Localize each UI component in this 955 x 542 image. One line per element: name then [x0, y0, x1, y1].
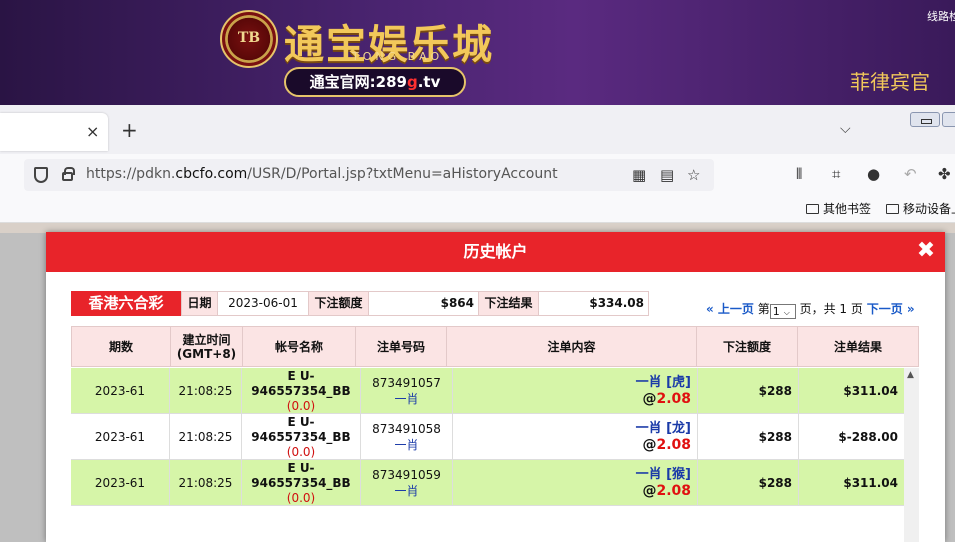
bookmark-star-icon[interactable]: ☆ — [687, 166, 700, 184]
url-text[interactable]: https://pdkn.cbcfo.com/USR/D/Portal.jsp?… — [86, 166, 558, 182]
prev-page-link[interactable]: « 上一页 — [706, 302, 754, 316]
tb-chip-logo: TB — [220, 10, 278, 68]
brand-subtitle: TONG BAO — [352, 50, 444, 63]
banner-motto: 菲律宾官 — [850, 70, 930, 94]
modal-title: 历史帐户 — [463, 242, 528, 261]
browser-tab-bar: × + ⌵ — [0, 105, 955, 154]
reader-view-icon[interactable]: ▤ — [660, 166, 674, 184]
route-check-link[interactable]: 线路检 — [927, 8, 955, 24]
tab-list-chevron-icon[interactable]: ⌵ — [840, 121, 851, 137]
table-row: 2023-61 21:08:25 E U-946557354_BB (0.0) … — [71, 460, 904, 506]
col-bet-result: 注单结果 — [833, 339, 882, 354]
table-scrollbar[interactable]: ▲ — [904, 368, 919, 542]
folder-icon — [806, 204, 819, 214]
bet-result-value: $334.08 — [538, 291, 649, 316]
col-order-content: 注单内容 — [447, 327, 697, 366]
lottery-name: 香港六合彩 — [71, 291, 181, 316]
bet-amount-label: 下注额度 — [308, 291, 369, 316]
page-select[interactable]: 1 — [769, 304, 796, 319]
close-tab-icon[interactable]: × — [86, 122, 99, 141]
history-account-modal: 历史帐户 ✖ 香港六合彩 日期 2023-06-01 下注额度 $864 下注结… — [46, 232, 945, 542]
scroll-up-icon[interactable]: ▲ — [907, 370, 914, 380]
mobile-bookmarks[interactable]: 移动设备上 — [886, 200, 955, 217]
back-arrow-icon[interactable]: ↶ — [904, 165, 917, 183]
close-icon[interactable]: ✖ — [914, 239, 938, 263]
lock-icon[interactable] — [62, 167, 75, 181]
tracking-shield-icon[interactable] — [34, 167, 48, 183]
window-minimize-button[interactable] — [910, 112, 940, 127]
bookmarks-bar: 其他书签 移动设备上 — [0, 195, 955, 223]
table-header: 期数 建立时间 (GMT+8) 帐号名称 注单号码 注单内容 下注额度 注单结果 — [71, 326, 919, 367]
bet-amount-value: $864 — [368, 291, 479, 316]
table-body: 2023-61 21:08:25 E U-946557354_BB (0.0) … — [71, 368, 904, 542]
modal-header: 历史帐户 ✖ — [46, 232, 945, 272]
col-account: 帐号名称 — [243, 327, 356, 366]
chat-icon[interactable]: ● — [867, 165, 880, 183]
address-bar[interactable]: https://pdkn.cbcfo.com/USR/D/Portal.jsp?… — [24, 159, 714, 191]
date-label: 日期 — [181, 291, 218, 316]
next-page-link[interactable]: 下一页 » — [867, 302, 915, 316]
other-bookmarks[interactable]: 其他书签 — [806, 200, 871, 217]
bet-result-label: 下注结果 — [478, 291, 539, 316]
casino-banner: TB 通宝娱乐城 TONG BAO 通宝官网:289g.tv 线路检 菲律宾官 — [0, 0, 955, 105]
official-site-box: 通宝官网:289g.tv — [284, 67, 466, 97]
col-period: 期数 — [72, 327, 171, 366]
table-row: 2023-61 21:08:25 E U-946557354_BB (0.0) … — [71, 368, 904, 414]
screenshot-icon[interactable]: ⌗ — [832, 165, 840, 183]
extension-icon[interactable]: ✤ — [938, 165, 951, 183]
date-value: 2023-06-01 — [217, 291, 309, 316]
folder-icon — [886, 204, 899, 214]
col-time: 建立时间 (GMT+8) — [171, 327, 243, 366]
col-bet-amount: 下注额度 — [697, 327, 798, 366]
browser-tab[interactable]: × — [0, 113, 108, 151]
qr-code-icon[interactable]: ▦ — [632, 166, 646, 184]
browser-nav-bar: https://pdkn.cbcfo.com/USR/D/Portal.jsp?… — [0, 154, 955, 195]
library-icon[interactable]: ⫴ — [796, 165, 802, 183]
col-order-number: 注单号码 — [356, 327, 447, 366]
new-tab-icon[interactable]: + — [121, 120, 138, 140]
table-row: 2023-61 21:08:25 E U-946557354_BB (0.0) … — [71, 414, 904, 460]
pagination: « 上一页 第1 页，共 1 页 下一页 » — [706, 300, 915, 319]
window-restore-button[interactable] — [942, 112, 955, 127]
